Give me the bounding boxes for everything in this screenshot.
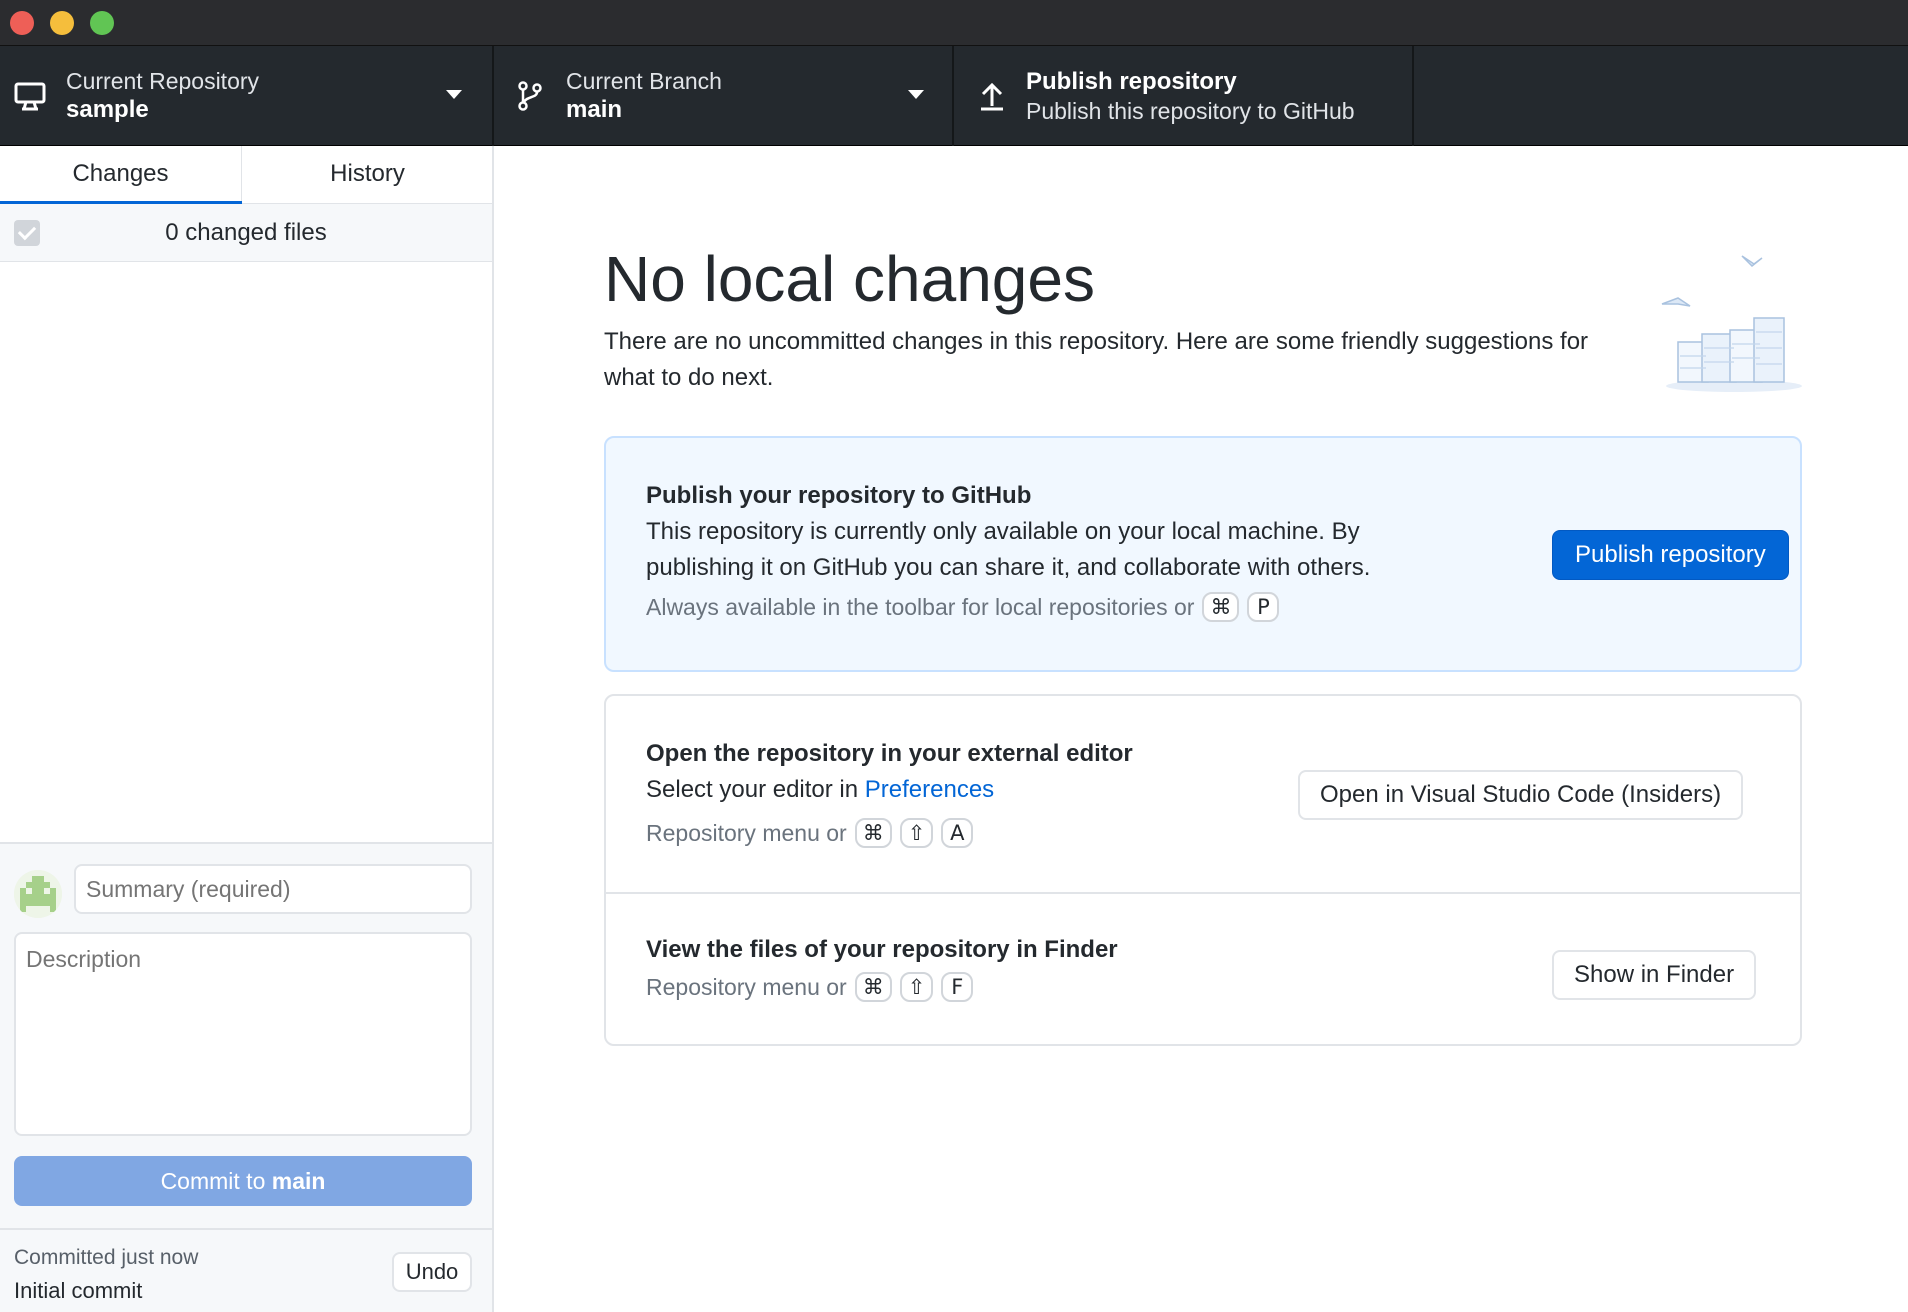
current-repository-label: Current Repository [66, 68, 260, 94]
chevron-down-icon [908, 90, 924, 99]
current-branch-label: Current Branch [566, 68, 722, 94]
zoom-window-button[interactable] [90, 11, 114, 35]
open-in-editor-button[interactable]: Open in Visual Studio Code (Insiders) [1298, 770, 1744, 820]
finder-card-title: View the files of your repository in Fin… [646, 936, 1118, 963]
upload-icon [981, 82, 1003, 111]
shift-key: ⇧ [899, 818, 934, 848]
publish-repository-toolbar-button[interactable]: Publish repository Publish this reposito… [954, 46, 1414, 146]
last-commit-message: Initial commit [14, 1278, 143, 1303]
command-key: ⌘ [854, 972, 892, 1002]
editor-card-hint-text: Repository menu or [646, 819, 847, 846]
publish-repository-subtitle: Publish this repository to GitHub [1026, 98, 1355, 124]
tab-history[interactable]: History [243, 146, 492, 204]
current-repository-dropdown[interactable]: Current Repository sample [0, 46, 494, 146]
a-key: A [941, 818, 974, 848]
shift-key: ⇧ [899, 972, 934, 1002]
finder-card-hint-text: Repository menu or [646, 973, 847, 1000]
command-key: ⌘ [854, 818, 892, 848]
publish-card-title: Publish your repository to GitHub [646, 482, 1032, 509]
chevron-down-icon [446, 90, 462, 99]
github-desktop-window: Current Repository sample Current Branch… [0, 0, 1908, 1312]
publish-repository-title: Publish repository [1026, 68, 1237, 95]
title-bar [0, 0, 1908, 46]
close-window-button[interactable] [10, 11, 34, 35]
page-title: No local changes [604, 243, 1095, 315]
publish-card-text: This repository is currently only availa… [646, 518, 1371, 581]
current-branch-name: main [566, 96, 623, 123]
publish-repository-button[interactable]: Publish repository [1552, 530, 1789, 580]
editor-card-text: Select your editor in Preferences [646, 772, 1346, 808]
main-content: No local changes There are no uncommitte… [496, 146, 1908, 1312]
last-commit-time: Committed just now [14, 1246, 199, 1269]
finder-section: View the files of your repository in Fin… [606, 896, 1800, 1046]
finder-card-hint: Repository menu or ⌘ ⇧ F [646, 972, 974, 1002]
desktop-icon [14, 82, 46, 111]
commit-panel: Commit to main Committed just now Initia… [0, 842, 492, 1312]
publish-card-hint: Always available in the toolbar for loca… [646, 592, 1280, 622]
tab-changes[interactable]: Changes [0, 146, 242, 205]
sidebar: Changes History 0 changed files Summary … [0, 146, 494, 1312]
p-key: P [1247, 592, 1280, 622]
show-in-finder-button[interactable]: Show in Finder [1552, 950, 1757, 1000]
current-repository-name: sample [66, 96, 149, 123]
editor-card-title: Open the repository in your external edi… [646, 740, 1133, 767]
commit-button-branch: main [271, 1168, 326, 1194]
undo-commit-button[interactable]: Undo [392, 1252, 472, 1292]
preferences-link[interactable]: Preferences [865, 776, 994, 803]
changed-files-header: 0 changed files [0, 204, 492, 262]
commit-button[interactable]: Commit to main [14, 1156, 472, 1206]
git-branch-icon [518, 81, 542, 111]
sidebar-tabs: Changes History [0, 146, 492, 205]
publish-suggestion-card: Publish your repository to GitHub This r… [604, 436, 1802, 672]
toolbar: Current Repository sample Current Branch… [0, 46, 1908, 146]
intro-text: There are no uncommitted changes in this… [604, 328, 1589, 391]
minimize-window-button[interactable] [50, 11, 74, 35]
editor-card-text-prefix: Select your editor in [646, 776, 859, 803]
f-key: F [941, 972, 974, 1002]
external-editor-section: Open the repository in your external edi… [606, 696, 1800, 894]
current-branch-dropdown[interactable]: Current Branch main [494, 46, 954, 146]
editor-card-hint: Repository menu or ⌘ ⇧ A [646, 818, 974, 848]
command-key: ⌘ [1202, 592, 1240, 622]
select-all-checkbox[interactable] [14, 220, 40, 246]
changed-files-count: 0 changed files [165, 219, 327, 246]
publish-card-hint-text: Always available in the toolbar for loca… [646, 593, 1195, 620]
commit-description-input[interactable] [14, 932, 472, 1136]
last-commit-bar: Committed just now Initial commit Undo [0, 1228, 492, 1312]
suggestions-card: Open the repository in your external edi… [604, 694, 1802, 1046]
empty-state-illustration [1661, 255, 1802, 392]
commit-button-prefix: Commit to [160, 1168, 272, 1194]
avatar [14, 870, 62, 918]
commit-summary-input[interactable] [74, 864, 472, 914]
